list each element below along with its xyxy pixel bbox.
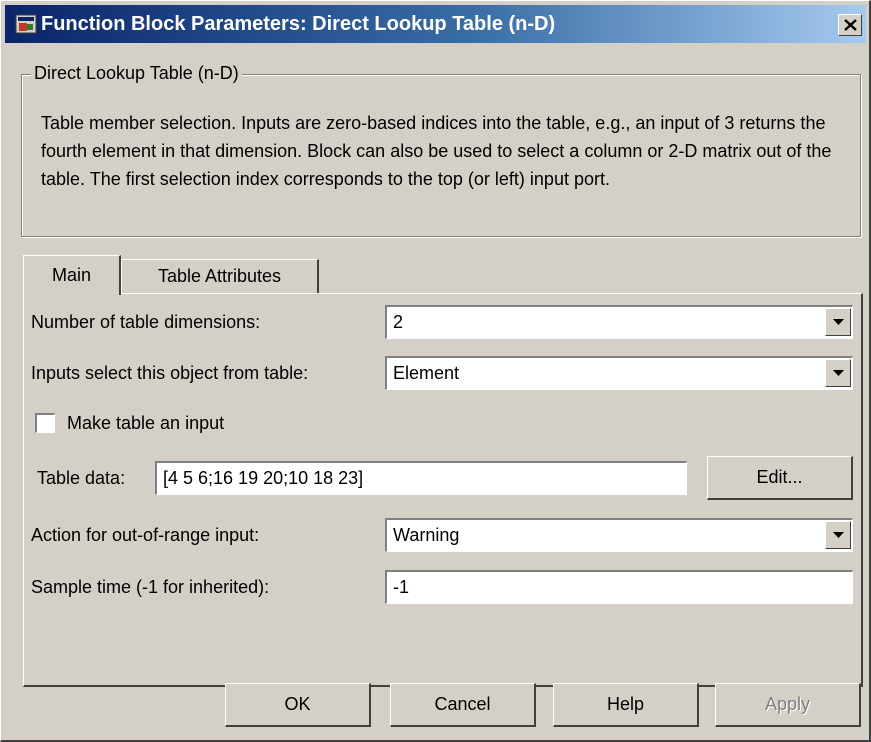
- dropdown-button[interactable]: [825, 308, 851, 336]
- dialog-window: Function Block Parameters: Direct Lookup…: [0, 0, 871, 742]
- apply-button[interactable]: Apply: [715, 683, 861, 727]
- chevron-down-icon: [833, 319, 844, 325]
- block-description: Table member selection. Inputs are zero-…: [41, 113, 832, 189]
- help-button[interactable]: Help: [553, 683, 699, 727]
- num-dims-label: Number of table dimensions:: [31, 312, 261, 332]
- make-table-input-label: Make table an input: [67, 413, 225, 433]
- edit-button[interactable]: Edit...: [707, 456, 853, 500]
- tab-table-attributes[interactable]: Table Attributes: [121, 259, 319, 293]
- out-of-range-dropdown[interactable]: Warning: [385, 518, 853, 552]
- out-of-range-label: Action for out-of-range input:: [31, 525, 260, 545]
- simulink-block-icon: [15, 14, 37, 34]
- close-button[interactable]: [838, 14, 862, 36]
- sample-time-label: Sample time (-1 for inherited):: [31, 577, 270, 597]
- chevron-down-icon: [833, 370, 844, 376]
- num-dims-dropdown[interactable]: 2: [385, 305, 853, 339]
- table-data-label: Table data:: [37, 468, 126, 488]
- select-object-dropdown[interactable]: Element: [385, 356, 853, 390]
- table-data-input[interactable]: [155, 461, 687, 495]
- cancel-button[interactable]: Cancel: [390, 683, 536, 727]
- num-dims-value: 2: [393, 312, 404, 332]
- select-object-value: Element: [393, 363, 460, 383]
- title-bar[interactable]: Function Block Parameters: Direct Lookup…: [5, 5, 866, 43]
- sample-time-input[interactable]: [385, 570, 853, 604]
- dropdown-button[interactable]: [825, 359, 851, 387]
- out-of-range-value: Warning: [393, 525, 460, 545]
- tab-main[interactable]: Main: [23, 255, 121, 295]
- dropdown-button[interactable]: [825, 521, 851, 549]
- chevron-down-icon: [833, 532, 844, 538]
- select-object-label: Inputs select this object from table:: [31, 363, 309, 383]
- window-title: Function Block Parameters: Direct Lookup…: [41, 13, 556, 35]
- ok-button[interactable]: OK: [225, 683, 371, 727]
- close-icon: [844, 19, 857, 31]
- make-table-input-checkbox[interactable]: [35, 413, 55, 433]
- group-title: Direct Lookup Table (n-D): [31, 63, 242, 84]
